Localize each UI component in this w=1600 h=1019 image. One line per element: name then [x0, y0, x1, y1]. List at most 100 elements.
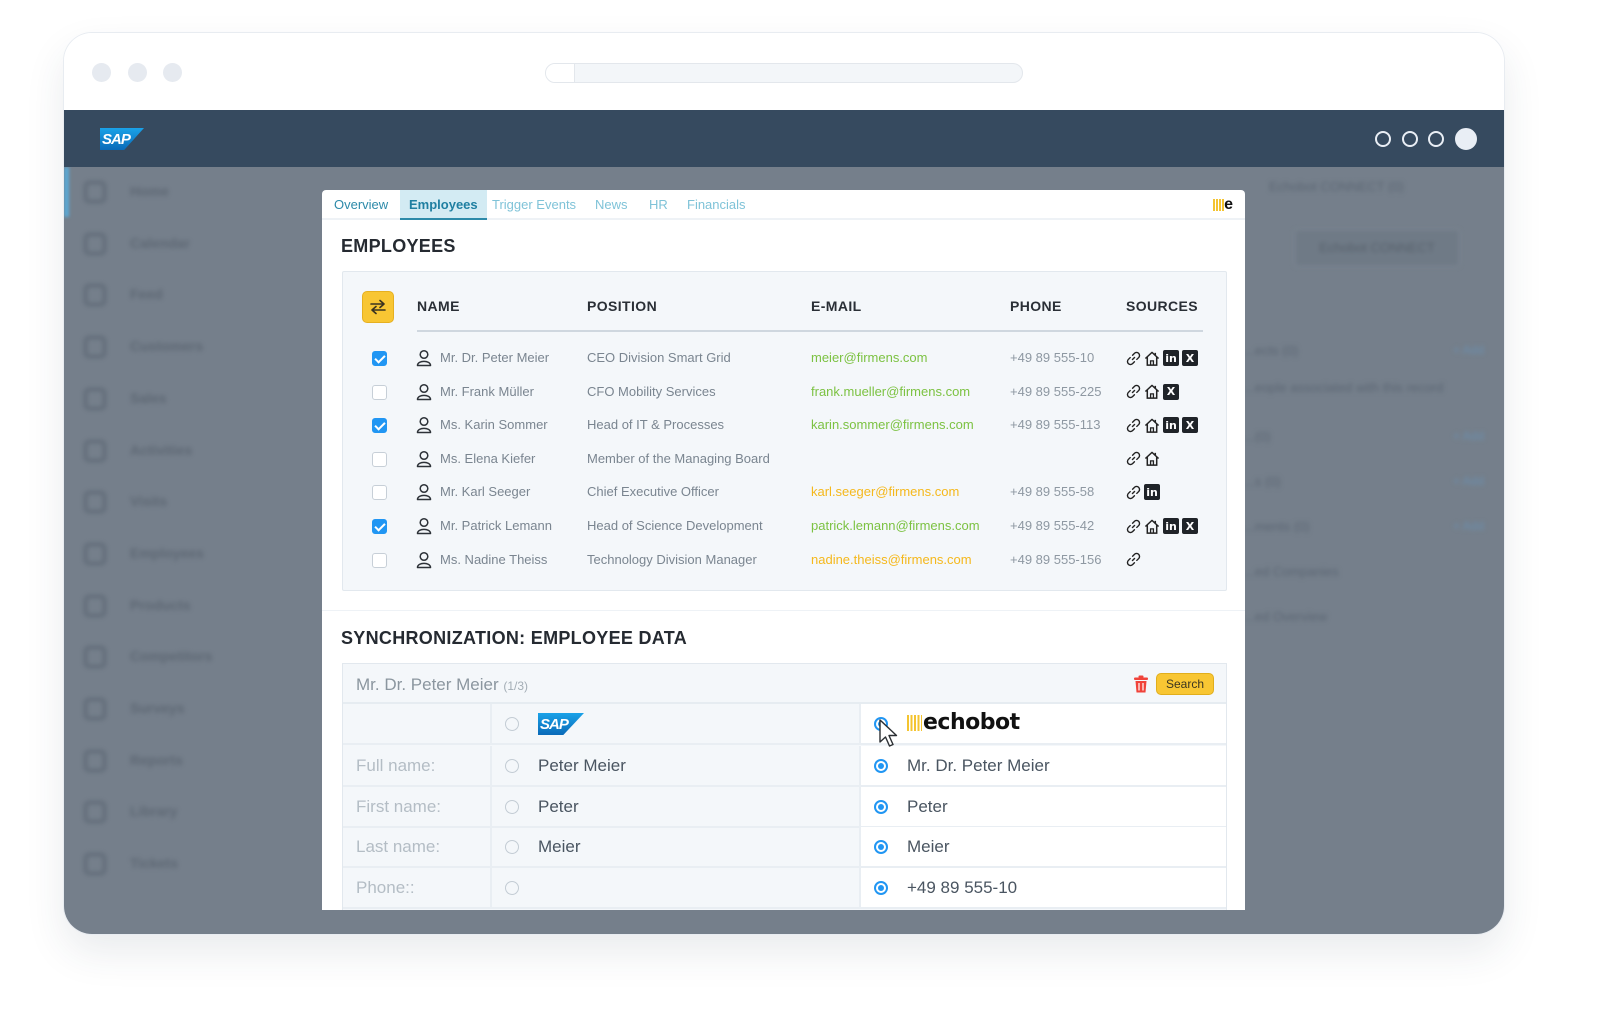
employee-email[interactable]: frank.mueller@firmens.com	[811, 384, 970, 399]
radio-right[interactable]	[874, 799, 888, 814]
header-avatar-circle[interactable]	[1455, 128, 1477, 150]
website-home-icon[interactable]	[1144, 451, 1160, 467]
xing-icon[interactable]: X	[1163, 383, 1179, 400]
sidebar-item: Calendar	[84, 229, 304, 259]
echobot-e-letter: e	[1224, 196, 1233, 213]
link-source-icon[interactable]	[1125, 451, 1141, 467]
column-header-phone[interactable]: PHONE	[1010, 298, 1062, 314]
employee-row[interactable]: Mr. Frank Müller CFO Mobility Services fra…	[343, 376, 1226, 409]
employee-row[interactable]: Ms. Nadine Theiss Technology Division Man…	[343, 544, 1226, 577]
employee-row[interactable]: Ms. Elena Kiefer Member of the Managing B…	[343, 443, 1226, 476]
radio-select-sap-all[interactable]	[505, 717, 519, 731]
link-source-icon[interactable]	[1125, 484, 1141, 500]
row-checkbox[interactable]	[372, 552, 387, 568]
sync-swap-button[interactable]	[362, 291, 394, 323]
link-source-icon[interactable]	[1125, 417, 1141, 433]
sidebar-item: Tickets	[84, 849, 304, 879]
website-home-icon[interactable]	[1144, 350, 1160, 366]
radio-right[interactable]	[874, 759, 888, 773]
bg-line: ...ed Companies	[1244, 564, 1339, 579]
employee-name[interactable]: Ms. Elena Kiefer	[440, 451, 535, 466]
tab-trigger-events[interactable]: Trigger Events	[483, 190, 585, 220]
link-source-icon[interactable]	[1125, 518, 1141, 534]
employee-name[interactable]: Mr. Frank Müller	[440, 384, 534, 399]
sync-field-label: Last name:	[356, 837, 441, 856]
row-checkbox[interactable]	[372, 519, 387, 534]
linkedin-icon[interactable]: in	[1163, 350, 1179, 366]
tab-financials[interactable]: Financials	[678, 190, 755, 220]
row-checkbox[interactable]	[372, 351, 387, 366]
employee-row[interactable]: Ms. Karin Sommer Head of IT & Processes ka…	[343, 409, 1226, 442]
header-circle-icon[interactable]	[1375, 131, 1391, 147]
sidebar-item-label: Feed	[130, 286, 163, 303]
url-bar[interactable]	[545, 63, 1023, 83]
sync-field-label: Full name:	[356, 756, 436, 775]
radio-right[interactable]	[874, 880, 888, 895]
linkedin-icon[interactable]: in	[1163, 417, 1179, 434]
linkedin-icon[interactable]: in	[1163, 518, 1179, 534]
sync-field-row: Last name: Meier Meier	[343, 827, 1226, 868]
header-circle-icon[interactable]	[1402, 131, 1418, 147]
link-source-icon[interactable]	[1125, 350, 1141, 366]
sidebar-item-label: Visits	[130, 493, 168, 510]
employee-email[interactable]: meier@firmens.com	[811, 350, 928, 365]
employee-email[interactable]: karl.seeger@firmens.com	[811, 484, 959, 499]
column-header-email[interactable]: E-MAIL	[811, 298, 862, 314]
link-source-icon[interactable]	[1125, 552, 1141, 568]
sap-logo: SAP	[538, 713, 584, 735]
radio-left[interactable]	[505, 799, 519, 814]
employee-name[interactable]: Mr. Patrick Lemann	[440, 518, 552, 533]
trash-icon[interactable]	[1134, 675, 1148, 693]
employee-row[interactable]: Mr. Patrick Lemann Head of Science Develo…	[343, 510, 1226, 543]
window-dot-maximize[interactable]	[163, 63, 182, 82]
xing-icon[interactable]: X	[1182, 518, 1198, 534]
browser-window: SAP Home Calendar Feed Customers Sales Activi…	[64, 33, 1504, 934]
row-checkbox[interactable]	[372, 384, 387, 400]
xing-icon[interactable]: X	[1182, 350, 1198, 366]
sync-field-label: Phone::	[356, 877, 415, 897]
radio-left[interactable]	[505, 880, 519, 895]
employee-email[interactable]: patrick.lemann@firmens.com	[811, 518, 980, 533]
employee-name[interactable]: Mr. Karl Seeger	[440, 484, 530, 499]
sidebar-item-icon	[84, 749, 106, 772]
employee-row[interactable]: Mr. Dr. Peter Meier CEO Division Smart Gr…	[343, 342, 1226, 375]
row-checkbox[interactable]	[372, 418, 387, 434]
radio-left[interactable]	[505, 840, 519, 854]
sync-right-value: Mr. Dr. Peter Meier	[907, 756, 1050, 775]
website-home-icon[interactable]	[1144, 518, 1160, 534]
xing-icon[interactable]: X	[1182, 417, 1198, 434]
column-header-position[interactable]: POSITION	[587, 298, 657, 314]
radio-left[interactable]	[505, 759, 519, 773]
row-checkbox[interactable]	[372, 485, 387, 501]
employees-title: EMPLOYEES	[341, 236, 456, 256]
employee-row[interactable]: Mr. Karl Seeger Chief Executive Officer ka…	[343, 476, 1226, 509]
tab-hr[interactable]: HR	[640, 190, 677, 220]
window-dot-close[interactable]	[92, 63, 111, 82]
tab-overview[interactable]: Overview	[325, 190, 397, 220]
row-checkbox[interactable]	[372, 451, 387, 467]
sidebar-item-icon	[84, 284, 106, 307]
search-button[interactable]: Search	[1155, 673, 1214, 695]
column-header-name[interactable]: NAME	[417, 298, 460, 314]
employee-name[interactable]: Ms. Nadine Theiss	[440, 552, 547, 567]
employee-email[interactable]: karin.sommer@firmens.com	[811, 417, 974, 432]
bg-add-link: + Add	[1452, 474, 1484, 488]
website-home-icon[interactable]	[1144, 384, 1160, 400]
link-source-icon[interactable]	[1125, 384, 1141, 400]
sync-panel: Mr. Dr. Peter Meier (1/3) Search SAP ech…	[342, 663, 1227, 910]
employee-name[interactable]: Ms. Karin Sommer	[440, 417, 548, 432]
employee-email[interactable]: nadine.theiss@firmens.com	[811, 552, 972, 567]
window-dot-minimize[interactable]	[128, 63, 147, 82]
sidebar-item-icon	[84, 181, 106, 203]
radio-right[interactable]	[874, 840, 888, 854]
header-circle-icon[interactable]	[1428, 131, 1444, 147]
column-header-sources[interactable]: SOURCES	[1126, 298, 1198, 314]
employee-phone: +49 89 555-225	[1010, 383, 1102, 399]
sap-logo[interactable]: SAP	[100, 128, 144, 150]
employee-name[interactable]: Mr. Dr. Peter Meier	[440, 350, 549, 365]
linkedin-icon[interactable]: in	[1144, 484, 1160, 501]
tab-news[interactable]: News	[586, 190, 637, 220]
bg-line: ...ects (0)	[1244, 343, 1299, 358]
website-home-icon[interactable]	[1144, 417, 1160, 433]
tab-employees[interactable]: Employees	[400, 190, 487, 220]
